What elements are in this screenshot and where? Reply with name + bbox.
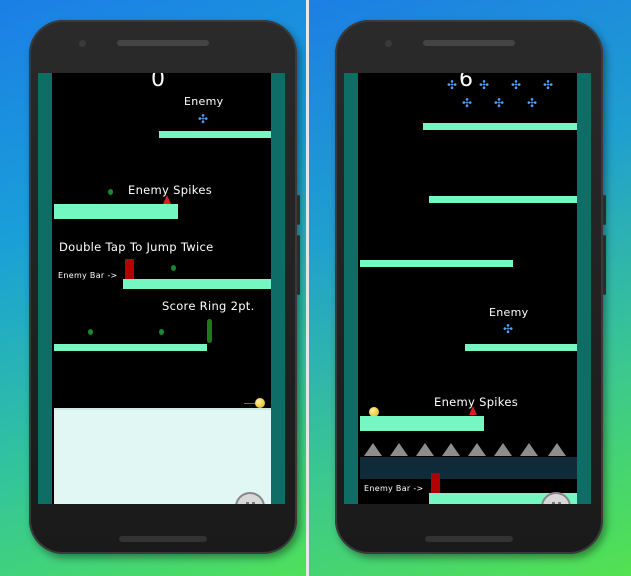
enemy-label: Enemy — [184, 95, 224, 108]
volume-button — [603, 235, 606, 295]
score-ring — [207, 319, 212, 343]
spike-row — [360, 443, 577, 457]
enemy-star-icon: ✣ — [494, 96, 505, 110]
right-rail — [577, 73, 591, 504]
right-phone: 6 ✣ ✣ ✣ ✣ ✣ ✣ ✣ Enemy ✣ Enemy Spikes Ene… — [335, 20, 606, 554]
enemy-star-icon: ✣ — [543, 78, 554, 92]
score-dot — [88, 329, 93, 335]
speaker-grille — [423, 40, 515, 46]
power-button — [603, 195, 606, 225]
platform — [360, 260, 513, 267]
platform — [54, 204, 178, 219]
platform — [423, 123, 577, 130]
platform — [159, 131, 271, 138]
score-display: 6 — [459, 73, 473, 92]
enemy-star-icon: ✣ — [447, 78, 458, 92]
speaker-grille — [117, 40, 209, 46]
spike-icon — [442, 443, 460, 456]
spike-icon — [494, 443, 512, 456]
left-rail — [38, 73, 52, 504]
platform — [54, 344, 207, 351]
spike-icon — [390, 443, 408, 456]
left-phone: 0 Enemy ✣ Enemy Spikes Double Tap To Jum… — [29, 20, 300, 554]
spike-icon — [416, 443, 434, 456]
camera-icon — [79, 40, 86, 47]
spike-icon — [469, 406, 477, 415]
score-dot — [171, 265, 176, 271]
score-dot — [159, 329, 164, 335]
volume-button — [297, 235, 300, 295]
platform — [123, 279, 271, 289]
enemy-bar-label: Enemy Bar -> — [58, 271, 118, 280]
bottom-speaker — [425, 536, 513, 542]
score-dot — [108, 189, 113, 195]
floor — [54, 408, 271, 504]
right-game-screen[interactable]: 6 ✣ ✣ ✣ ✣ ✣ ✣ ✣ Enemy ✣ Enemy Spikes Ene… — [344, 73, 591, 504]
camera-icon — [385, 40, 392, 47]
platform — [360, 416, 484, 431]
divider — [306, 0, 309, 576]
enemy-bar-label: Enemy Bar -> — [364, 484, 424, 493]
enemy-bar — [431, 473, 440, 493]
double-tap-label: Double Tap To Jump Twice — [59, 240, 214, 254]
enemy-bar — [125, 259, 134, 279]
enemy-star-icon: ✣ — [503, 322, 514, 336]
spike-icon — [520, 443, 538, 456]
enemy-star-icon: ✣ — [198, 112, 209, 126]
enemy-star-icon: ✣ — [462, 96, 473, 110]
score-display: 0 — [151, 73, 165, 92]
spike-icon — [468, 443, 486, 456]
platform — [429, 196, 577, 203]
spike-icon — [163, 195, 171, 204]
right-rail — [271, 73, 285, 504]
platform — [465, 344, 577, 351]
dark-overlay — [360, 457, 577, 479]
left-rail — [344, 73, 358, 504]
left-game-screen[interactable]: 0 Enemy ✣ Enemy Spikes Double Tap To Jum… — [38, 73, 285, 504]
spike-icon — [364, 443, 382, 456]
enemy-star-icon: ✣ — [479, 78, 490, 92]
spike-icon — [548, 443, 566, 456]
score-ring-label: Score Ring 2pt. — [162, 299, 255, 313]
bottom-speaker — [119, 536, 207, 542]
enemy-star-icon: ✣ — [527, 96, 538, 110]
player-ball — [255, 398, 265, 408]
enemy-label: Enemy — [489, 306, 529, 319]
enemy-star-icon: ✣ — [511, 78, 522, 92]
power-button — [297, 195, 300, 225]
